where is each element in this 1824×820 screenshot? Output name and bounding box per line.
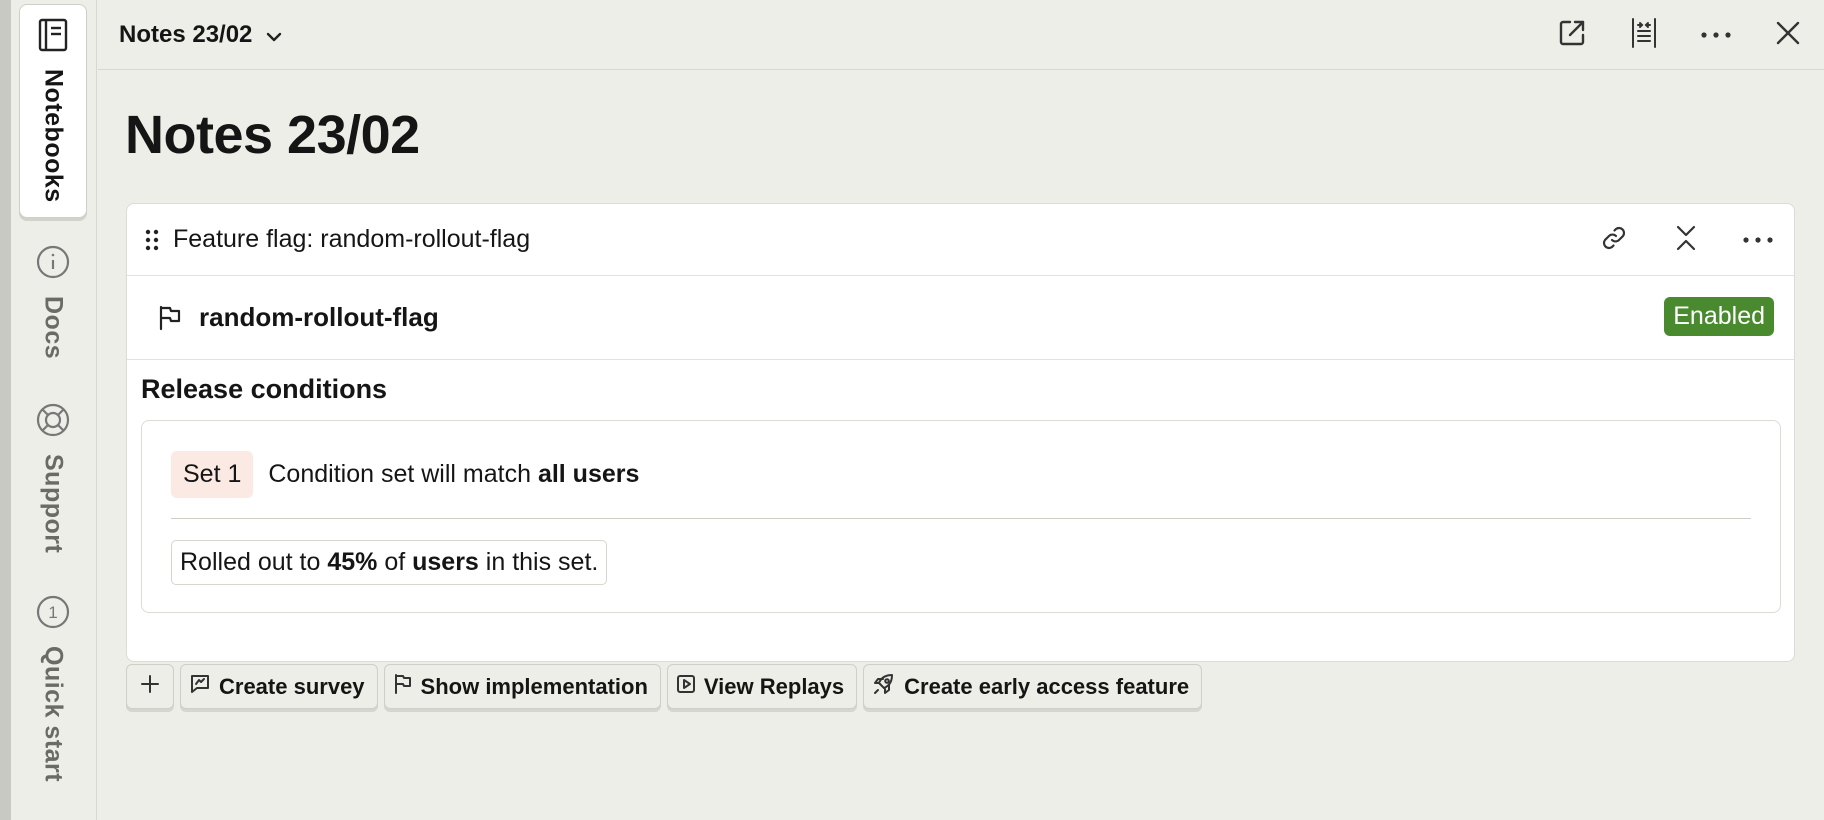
link-icon: [1601, 225, 1627, 256]
more-icon: [1742, 231, 1774, 249]
status-badge: Enabled: [1664, 297, 1774, 336]
sidebar-tab-label: Docs: [39, 296, 68, 360]
view-replays-button[interactable]: View Replays: [666, 664, 858, 709]
create-survey-label: Create survey: [219, 673, 365, 699]
sidebar-tab-quick-start[interactable]: 1 Quick start: [19, 594, 87, 782]
show-implementation-button[interactable]: Show implementation: [383, 664, 661, 709]
sidebar-tab-support[interactable]: Support: [19, 402, 87, 553]
notebook-icon: [36, 17, 70, 53]
copy-link-button[interactable]: [1578, 204, 1650, 276]
set-label: Set 1: [171, 451, 254, 498]
sidebar-tab-label: Quick start: [39, 646, 68, 783]
collapse-card-button[interactable]: [1650, 204, 1722, 276]
create-early-access-button[interactable]: Create early access feature: [863, 664, 1203, 709]
step-one-icon: 1: [35, 594, 71, 630]
flag-icon: [393, 673, 413, 701]
lifebuoy-icon: [35, 402, 71, 438]
left-edge: [0, 0, 11, 820]
chevron-down-icon: [266, 21, 282, 49]
release-conditions-heading: Release conditions: [141, 374, 388, 404]
open-external-button[interactable]: [1536, 0, 1608, 70]
sidebar-tab-label: Support: [39, 454, 68, 554]
flag-key[interactable]: random-rollout-flag: [199, 302, 439, 333]
notebook-title-dropdown[interactable]: Notes 23/02: [119, 21, 282, 49]
page-title[interactable]: Notes 23/02: [125, 104, 420, 166]
drag-handle-icon[interactable]: [131, 229, 173, 251]
collapse-width-icon: [1630, 17, 1658, 54]
flag-icon: [151, 305, 189, 331]
svg-text:1: 1: [48, 603, 57, 622]
card-action-bar: Create survey Show implementation View R…: [126, 664, 1203, 709]
condition-set: Set 1 Condition set will match all users…: [141, 420, 1781, 613]
survey-icon: [189, 673, 211, 701]
rollout-summary: Rolled out to 45% of users in this set.: [171, 540, 608, 585]
sidebar-tab-notebooks[interactable]: Notebooks: [19, 4, 87, 218]
close-button[interactable]: [1752, 0, 1824, 70]
open-external-icon: [1557, 18, 1587, 53]
play-icon: [676, 674, 696, 700]
more-options-button[interactable]: [1680, 0, 1752, 70]
more-icon: [1700, 26, 1732, 44]
notebook-header: Notes 23/02: [98, 0, 1824, 70]
add-button[interactable]: [126, 664, 174, 709]
sidebar-tab-docs[interactable]: Docs: [19, 244, 87, 359]
divider: [171, 518, 1751, 519]
card-more-button[interactable]: [1722, 204, 1794, 276]
close-icon: [1775, 20, 1801, 51]
create-early-access-label: Create early access feature: [904, 673, 1190, 699]
sidebar-tab-label: Notebooks: [39, 69, 68, 203]
notebook-title: Notes 23/02: [119, 20, 253, 48]
plus-icon: [140, 674, 160, 700]
toggle-width-button[interactable]: [1608, 0, 1680, 70]
card-header: Feature flag: random-rollout-flag: [127, 204, 1794, 276]
show-implementation-label: Show implementation: [420, 673, 648, 699]
flag-summary-row: random-rollout-flag Enabled: [127, 276, 1794, 360]
card-title: Feature flag: random-rollout-flag: [173, 225, 531, 253]
info-icon: [35, 244, 71, 280]
create-survey-button[interactable]: Create survey: [180, 664, 378, 709]
rocket-icon: [872, 672, 896, 702]
feature-flag-card: Feature flag: random-rollout-flag random…: [126, 203, 1795, 662]
view-replays-label: View Replays: [703, 673, 845, 699]
collapse-icon: [1675, 224, 1697, 257]
condition-description: Condition set will match all users: [268, 460, 640, 488]
